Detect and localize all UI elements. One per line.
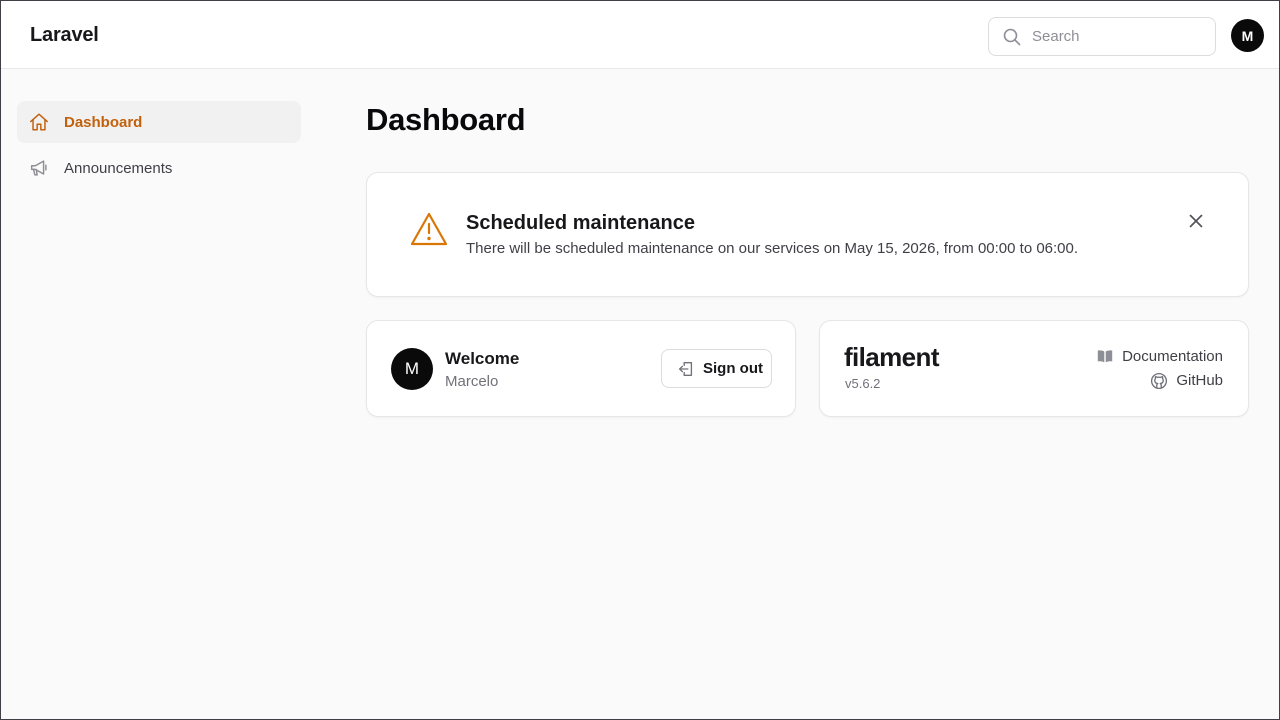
maintenance-alert-card: Scheduled maintenance There will be sche…	[366, 172, 1249, 297]
user-name: Marcelo	[445, 373, 499, 390]
sign-out-icon	[677, 360, 695, 378]
sidebar: Dashboard Announcements	[17, 101, 301, 193]
documentation-link[interactable]: Documentation	[1096, 347, 1223, 365]
top-bar: Laravel M	[1, 1, 1279, 69]
github-icon	[1150, 371, 1168, 390]
filament-logo: filament	[844, 342, 939, 372]
sidebar-item-dashboard[interactable]: Dashboard	[17, 101, 301, 143]
megaphone-icon	[28, 157, 50, 179]
search-box[interactable]	[988, 17, 1216, 56]
book-icon	[1096, 347, 1114, 365]
home-icon	[28, 111, 50, 133]
sidebar-item-label: Announcements	[64, 159, 173, 177]
documentation-label: Documentation	[1122, 347, 1223, 365]
avatar: M	[391, 348, 433, 390]
search-icon	[1002, 27, 1022, 47]
close-icon[interactable]	[1185, 210, 1207, 232]
sign-out-label: Sign out	[703, 360, 763, 377]
welcome-card: M Welcome Marcelo Sign out	[366, 320, 796, 417]
search-input[interactable]	[1032, 28, 1202, 45]
sidebar-item-label: Dashboard	[64, 113, 143, 131]
welcome-heading: Welcome	[445, 349, 520, 368]
filament-info-card: filament v5.6.2 Documentation GitHub	[819, 320, 1249, 417]
filament-version: v5.6.2	[845, 376, 881, 391]
alert-message: There will be scheduled maintenance on o…	[466, 240, 1079, 257]
sign-out-button[interactable]: Sign out	[661, 349, 772, 388]
brand-logo[interactable]: Laravel	[30, 24, 99, 47]
github-link[interactable]: GitHub	[1150, 371, 1223, 390]
user-avatar[interactable]: M	[1231, 19, 1264, 52]
alert-title: Scheduled maintenance	[466, 212, 695, 234]
page-title: Dashboard	[366, 102, 526, 137]
github-label: GitHub	[1176, 371, 1223, 389]
sidebar-item-announcements[interactable]: Announcements	[17, 147, 301, 189]
warning-icon	[409, 210, 449, 250]
